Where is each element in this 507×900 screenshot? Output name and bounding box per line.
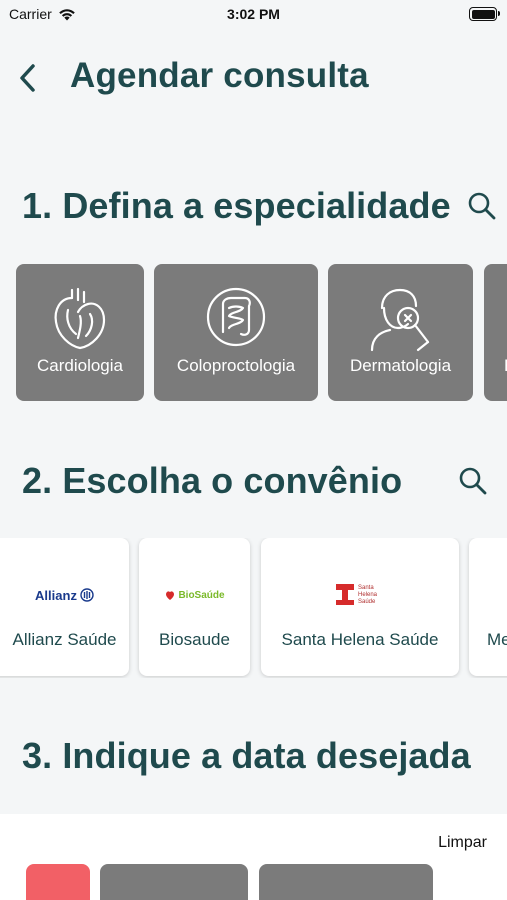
biosaude-logo: BioSaúde <box>139 578 250 612</box>
page-title: Agendar consulta <box>70 56 369 95</box>
date-chip[interactable] <box>26 864 90 900</box>
insurance-list[interactable]: Allianz Allianz Saúde BioSaúde Biosaude … <box>0 538 507 678</box>
specialty-section-title: 1. Defina a especialidade <box>22 185 451 226</box>
heart-icon <box>54 287 106 350</box>
specialty-label: Cardiologia <box>37 356 123 375</box>
specialty-search-button[interactable] <box>464 188 500 224</box>
date-chip[interactable] <box>259 864 433 900</box>
specialty-label: Dermatologia <box>349 356 452 375</box>
allianz-emblem-icon <box>80 588 94 602</box>
dermatology-icon <box>370 288 429 352</box>
specialty-card-cardiology[interactable]: Cardiologia <box>16 264 144 401</box>
insurance-card-biosaude[interactable]: BioSaúde Biosaude <box>139 538 250 676</box>
date-chip[interactable] <box>100 864 248 900</box>
insurance-label: Biosaude <box>159 630 230 649</box>
specialty-label: Coloproctologia <box>176 356 296 375</box>
insurance-section-title: 2. Escolha o convênio <box>22 460 403 501</box>
date-section-title: 3. Indique a data desejada <box>22 735 471 776</box>
santa-helena-logo: Santa Helena Saúde <box>261 578 459 612</box>
santa-helena-emblem-icon <box>336 584 354 605</box>
clear-button[interactable]: Limpar <box>438 834 487 852</box>
back-button[interactable] <box>10 58 46 98</box>
status-bar: Carrier 3:02 PM <box>0 0 507 30</box>
allianz-logo: Allianz <box>0 578 129 612</box>
santa-helena-logo-text: Santa Helena Saúde <box>358 584 378 605</box>
intestine-icon <box>206 287 266 347</box>
battery-icon <box>469 7 500 21</box>
insurance-search-button[interactable] <box>455 463 491 499</box>
biosaude-logo-text: BioSaúde <box>178 589 225 601</box>
insurance-label: Me <box>487 630 507 649</box>
search-icon <box>468 192 496 220</box>
specialty-card-coloproctology[interactable]: Coloproctologia <box>154 264 318 401</box>
date-panel: Limpar <box>0 814 507 900</box>
biosaude-emblem-icon <box>166 591 175 600</box>
insurance-label: Santa Helena Saúde <box>281 630 439 649</box>
insurance-card-allianz[interactable]: Allianz Allianz Saúde <box>0 538 129 676</box>
insurance-label: Allianz Saúde <box>12 630 117 649</box>
nav-header: Agendar consulta <box>0 48 507 108</box>
specialty-card-partial[interactable]: E <box>484 264 507 401</box>
allianz-logo-text: Allianz <box>35 587 77 603</box>
insurance-card-santa-helena[interactable]: Santa Helena Saúde Santa Helena Saúde <box>261 538 459 676</box>
insurance-card-partial[interactable]: Me <box>469 538 507 676</box>
search-icon <box>459 467 487 495</box>
specialty-list[interactable]: Cardiologia Coloproctologia Dermatologia <box>0 264 507 402</box>
status-time: 3:02 PM <box>227 6 280 22</box>
chevron-left-icon <box>20 64 35 92</box>
specialty-card-dermatology[interactable]: Dermatologia <box>328 264 473 401</box>
